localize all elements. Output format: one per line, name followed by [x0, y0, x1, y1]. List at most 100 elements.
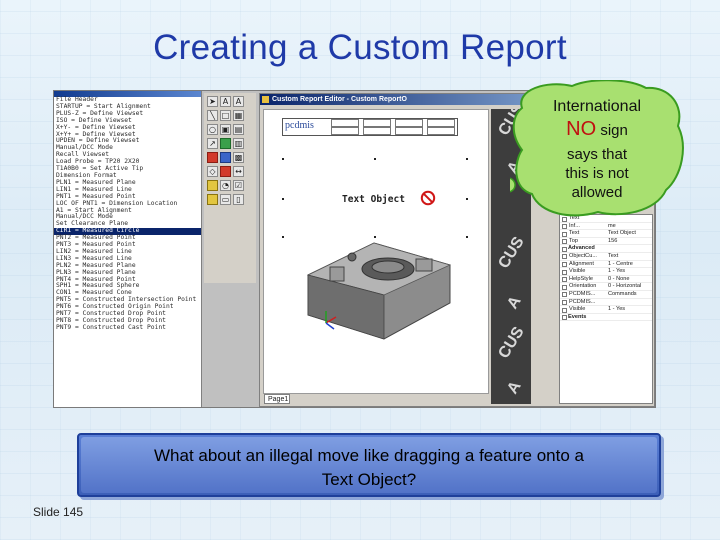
- chart-tool-icon[interactable]: [220, 138, 231, 149]
- analysis-tool-icon[interactable]: [220, 152, 231, 163]
- label-frame-tool-icon[interactable]: ▯: [233, 194, 244, 205]
- header-cell: [331, 119, 359, 127]
- callout-line5: allowed: [571, 184, 623, 201]
- text-object[interactable]: Text Object: [342, 194, 405, 205]
- property-checkbox[interactable]: [562, 300, 567, 306]
- property-key: Events: [568, 313, 587, 320]
- checkbox-tool-icon[interactable]: ☑: [233, 180, 244, 191]
- text-tool-icon[interactable]: A: [220, 96, 231, 107]
- selection-handle[interactable]: [282, 198, 284, 200]
- callout-line3: says that: [566, 146, 628, 163]
- property-value[interactable]: 0 - None: [608, 276, 629, 284]
- property-key: Visible: [569, 306, 586, 313]
- property-value[interactable]: me: [608, 223, 616, 231]
- image-tool-icon[interactable]: ▣: [220, 124, 231, 135]
- watermark-text: A: [504, 378, 525, 398]
- bitmap-tool-icon[interactable]: ▩: [233, 152, 244, 163]
- property-value[interactable]: 156: [608, 238, 617, 246]
- table-tool-icon[interactable]: ▤: [233, 124, 244, 135]
- stop-tool-icon[interactable]: [207, 152, 218, 163]
- header-cell: [363, 127, 391, 135]
- pointer-tool-icon[interactable]: ➤: [207, 96, 218, 107]
- property-row[interactable]: Inf... me: [560, 223, 652, 231]
- property-value[interactable]: 1 - Yes: [608, 268, 625, 276]
- collapse-toggle-icon[interactable]: [562, 315, 567, 321]
- selection-handle[interactable]: [374, 158, 376, 160]
- watermark-text: CUS: [495, 233, 528, 272]
- gauge-tool-icon[interactable]: ◔: [220, 180, 231, 191]
- properties-panel: Text Inf... me Text Text Object Top 156 Advance…: [559, 214, 653, 404]
- header-table[interactable]: pcdmis: [282, 118, 458, 136]
- callout-sign-word: sign: [596, 122, 628, 139]
- property-row[interactable]: PCDMIS...: [560, 299, 652, 307]
- property-checkbox[interactable]: [562, 269, 567, 275]
- line-tool-icon[interactable]: ╲: [207, 110, 218, 121]
- question-text: What about an illegal move like dragging…: [86, 444, 652, 492]
- property-group[interactable]: Events: [560, 314, 652, 322]
- property-key: HelpStyle: [569, 275, 593, 282]
- rectangle-tool-icon[interactable]: □: [220, 110, 231, 121]
- property-key: Orientation: [569, 283, 597, 290]
- property-checkbox[interactable]: [562, 254, 567, 260]
- property-row[interactable]: HelpStyle 0 - None: [560, 276, 652, 284]
- grid-tool-icon[interactable]: ▦: [233, 110, 244, 121]
- report-canvas[interactable]: pcdmis Text Object: [263, 109, 489, 394]
- property-row[interactable]: Visible 1 - Yes: [560, 268, 652, 276]
- label-tool-icon[interactable]: A: [233, 96, 244, 107]
- folder-tool-icon[interactable]: [207, 180, 218, 191]
- property-checkbox[interactable]: [562, 284, 567, 290]
- property-checkbox[interactable]: [562, 231, 567, 237]
- report-object-toolbox: ➤ A A ╲ □ ▦ ○ ▣ ▤ ↗ ▥ ▩ ◇ ↔ ◔ ☑ ▭ ▯: [204, 93, 256, 283]
- watermark-text: A: [504, 293, 525, 313]
- selection-handle[interactable]: [282, 236, 284, 238]
- property-checkbox[interactable]: [562, 307, 567, 313]
- selection-handle[interactable]: [466, 158, 468, 160]
- property-row[interactable]: Text Text Object: [560, 230, 652, 238]
- window-icon: [262, 96, 269, 103]
- property-value[interactable]: Text: [608, 253, 618, 261]
- header-cell: [427, 119, 455, 127]
- page-tab[interactable]: Page1: [264, 394, 290, 404]
- property-checkbox[interactable]: [562, 262, 567, 268]
- property-key: PCDMIS...: [569, 290, 596, 297]
- edit-window: File Header STARTUP = Start Alignment PLUS…: [54, 91, 202, 407]
- property-checkbox[interactable]: [562, 239, 567, 245]
- property-row[interactable]: Alignment 1 - Centre: [560, 261, 652, 269]
- callout-line4: this is not: [565, 165, 629, 182]
- arrow-tool-icon[interactable]: ↗: [207, 138, 218, 149]
- property-row[interactable]: ObjectCu... Text: [560, 253, 652, 261]
- header-cell: [395, 127, 423, 135]
- property-key: Alignment: [569, 260, 594, 267]
- ellipse-tool-icon[interactable]: ○: [207, 124, 218, 135]
- selection-handle[interactable]: [282, 158, 284, 160]
- property-checkbox[interactable]: [562, 224, 567, 230]
- property-value[interactable]: 1 - Yes: [608, 306, 625, 314]
- property-row[interactable]: Orientation 0 - Horizontal: [560, 283, 652, 291]
- property-value[interactable]: 0 - Horizontal: [608, 283, 641, 291]
- selection-handle[interactable]: [466, 236, 468, 238]
- property-row[interactable]: PCDMIS... Commands: [560, 291, 652, 299]
- page-tool-icon[interactable]: ▭: [220, 194, 231, 205]
- command-list-item[interactable]: PNT9 = Constructed Cast Point: [54, 324, 201, 332]
- property-group[interactable]: Advanced: [560, 245, 652, 253]
- cad-tool-icon[interactable]: ◇: [207, 166, 218, 177]
- property-value[interactable]: 1 - Centre: [608, 261, 633, 269]
- selection-handle[interactable]: [466, 198, 468, 200]
- callout-text: International NO sign says that this is …: [522, 96, 672, 202]
- property-row[interactable]: Visible 1 - Yes: [560, 306, 652, 314]
- property-checkbox[interactable]: [562, 292, 567, 298]
- slide-title: Creating a Custom Report: [153, 28, 567, 67]
- header-cell: [427, 127, 455, 135]
- callout-line2: NO sign: [522, 118, 672, 142]
- property-key: Top: [569, 237, 579, 244]
- property-value[interactable]: Text Object: [608, 230, 636, 238]
- note-tool-icon[interactable]: [207, 194, 218, 205]
- question-line2: Text Object?: [321, 470, 417, 489]
- property-value[interactable]: Commands: [608, 291, 637, 299]
- alert-tool-icon[interactable]: [220, 166, 231, 177]
- dimension-tool-icon[interactable]: ↔: [233, 166, 244, 177]
- property-row[interactable]: Top 156: [560, 238, 652, 246]
- form-tool-icon[interactable]: ▥: [233, 138, 244, 149]
- collapse-toggle-icon[interactable]: [562, 246, 567, 252]
- property-checkbox[interactable]: [562, 277, 567, 283]
